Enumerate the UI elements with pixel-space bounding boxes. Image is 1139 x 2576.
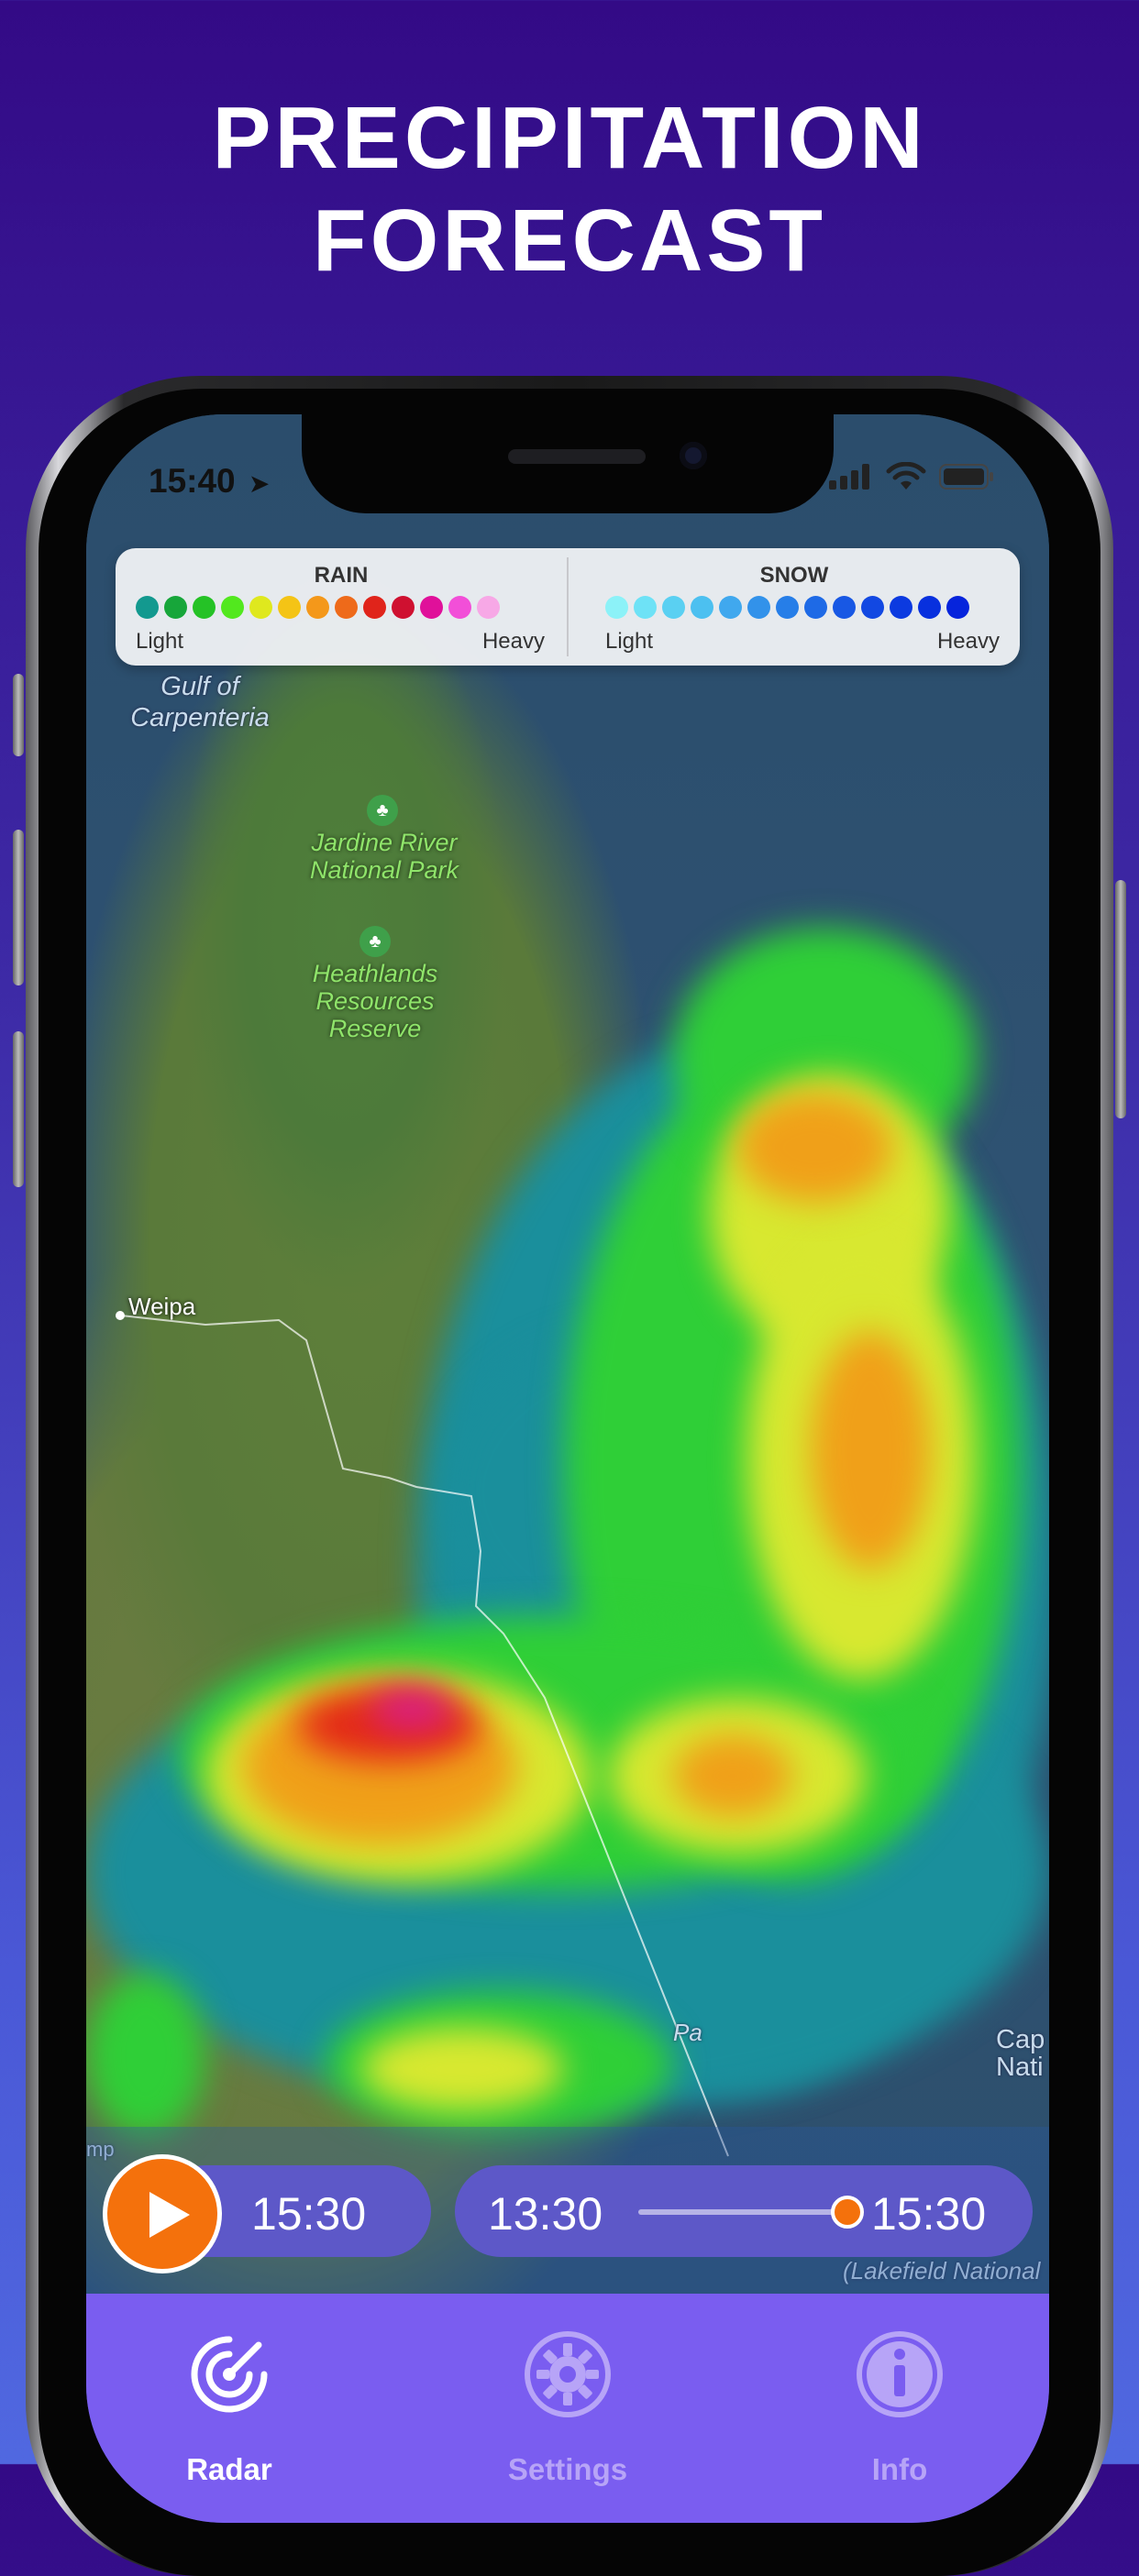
headline-line-2: FORECAST bbox=[313, 192, 826, 290]
notch bbox=[302, 414, 834, 513]
rain-color-dot bbox=[363, 596, 386, 619]
snow-color-dot bbox=[861, 596, 884, 619]
precipitation-legend: RAIN Light Heavy SNOW Light Heavy bbox=[116, 548, 1020, 666]
rain-color-dot bbox=[136, 596, 159, 619]
radar-map[interactable]: Gulf of Carpenteria ♣ Jardine River Nati… bbox=[86, 414, 1049, 2294]
snow-color-dot bbox=[605, 596, 628, 619]
snow-color-dot bbox=[719, 596, 742, 619]
map-edge-label-right: Cap Nati bbox=[996, 2025, 1045, 2082]
headline-line-1: PRECIPITATION bbox=[212, 89, 927, 187]
rain-color-dot bbox=[164, 596, 187, 619]
snow-color-dot bbox=[890, 596, 912, 619]
front-camera bbox=[680, 442, 707, 469]
timeline-end-time: 15:30 bbox=[871, 2188, 987, 2240]
battery-icon bbox=[939, 464, 993, 490]
tab-bar: Radar Settings Info bbox=[86, 2294, 1049, 2523]
snow-color-dot bbox=[833, 596, 856, 619]
map-label-fragment: Pa bbox=[673, 2019, 702, 2046]
wifi-icon bbox=[886, 462, 926, 490]
tab-info-label: Info bbox=[871, 2452, 928, 2486]
snow-legend-title: SNOW bbox=[759, 563, 829, 588]
rain-color-dot bbox=[193, 596, 216, 619]
headline: PRECIPITATION FORECAST bbox=[0, 87, 1139, 292]
rain-legend: RAIN Light Heavy bbox=[116, 548, 567, 666]
phone-volume-up bbox=[13, 830, 24, 985]
rain-color-dot bbox=[249, 596, 272, 619]
snow-color-dot bbox=[634, 596, 657, 619]
rain-heavy-label: Heavy bbox=[481, 629, 545, 654]
snow-color-scale bbox=[605, 596, 969, 619]
rain-color-dot bbox=[221, 596, 244, 619]
rain-color-dot bbox=[306, 596, 329, 619]
info-icon bbox=[857, 2331, 943, 2417]
timeline-slider[interactable] bbox=[638, 2209, 847, 2215]
location-arrow-icon: ➤ bbox=[248, 469, 271, 498]
current-time: 15:30 bbox=[251, 2188, 367, 2240]
rain-color-dot bbox=[477, 596, 500, 619]
tab-settings-label: Settings bbox=[507, 2452, 628, 2486]
snow-color-dot bbox=[918, 596, 941, 619]
timeline-pill: 13:30 15:30 bbox=[455, 2165, 1033, 2257]
snow-heavy-label: Heavy bbox=[936, 629, 1000, 654]
status-icons bbox=[829, 462, 994, 491]
rain-legend-title: RAIN bbox=[314, 563, 369, 588]
phone-power-button bbox=[1115, 880, 1126, 1118]
rain-color-scale bbox=[136, 596, 500, 619]
phone-silent-switch bbox=[13, 674, 24, 756]
snow-color-dot bbox=[747, 596, 770, 619]
timeline-start-time: 13:30 bbox=[488, 2188, 603, 2240]
play-icon bbox=[149, 2192, 190, 2238]
radar-icon bbox=[191, 2336, 268, 2413]
tab-radar-label: Radar bbox=[186, 2452, 272, 2486]
snow-color-dot bbox=[662, 596, 685, 619]
gear-icon bbox=[525, 2331, 611, 2417]
snow-color-dot bbox=[946, 596, 969, 619]
rain-color-dot bbox=[278, 596, 301, 619]
phone-screen: Gulf of Carpenteria ♣ Jardine River Nati… bbox=[86, 414, 1049, 2523]
rain-color-dot bbox=[392, 596, 415, 619]
phone-volume-down bbox=[13, 1031, 24, 1187]
rain-color-dot bbox=[448, 596, 471, 619]
snow-color-dot bbox=[804, 596, 827, 619]
rain-light-label: Light bbox=[136, 629, 184, 654]
play-button[interactable] bbox=[103, 2154, 222, 2273]
cellular-signal-icon bbox=[829, 464, 869, 490]
road-line bbox=[120, 1315, 729, 2157]
snow-color-dot bbox=[776, 596, 799, 619]
status-time: 15:40 ➤ bbox=[149, 462, 271, 500]
timeline-slider-knob[interactable] bbox=[831, 2196, 864, 2229]
snow-light-label: Light bbox=[605, 629, 654, 654]
snow-color-dot bbox=[691, 596, 713, 619]
rain-color-dot bbox=[335, 596, 358, 619]
earpiece-speaker bbox=[508, 449, 646, 464]
rain-color-dot bbox=[420, 596, 443, 619]
snow-legend: SNOW Light Heavy bbox=[569, 548, 1020, 666]
